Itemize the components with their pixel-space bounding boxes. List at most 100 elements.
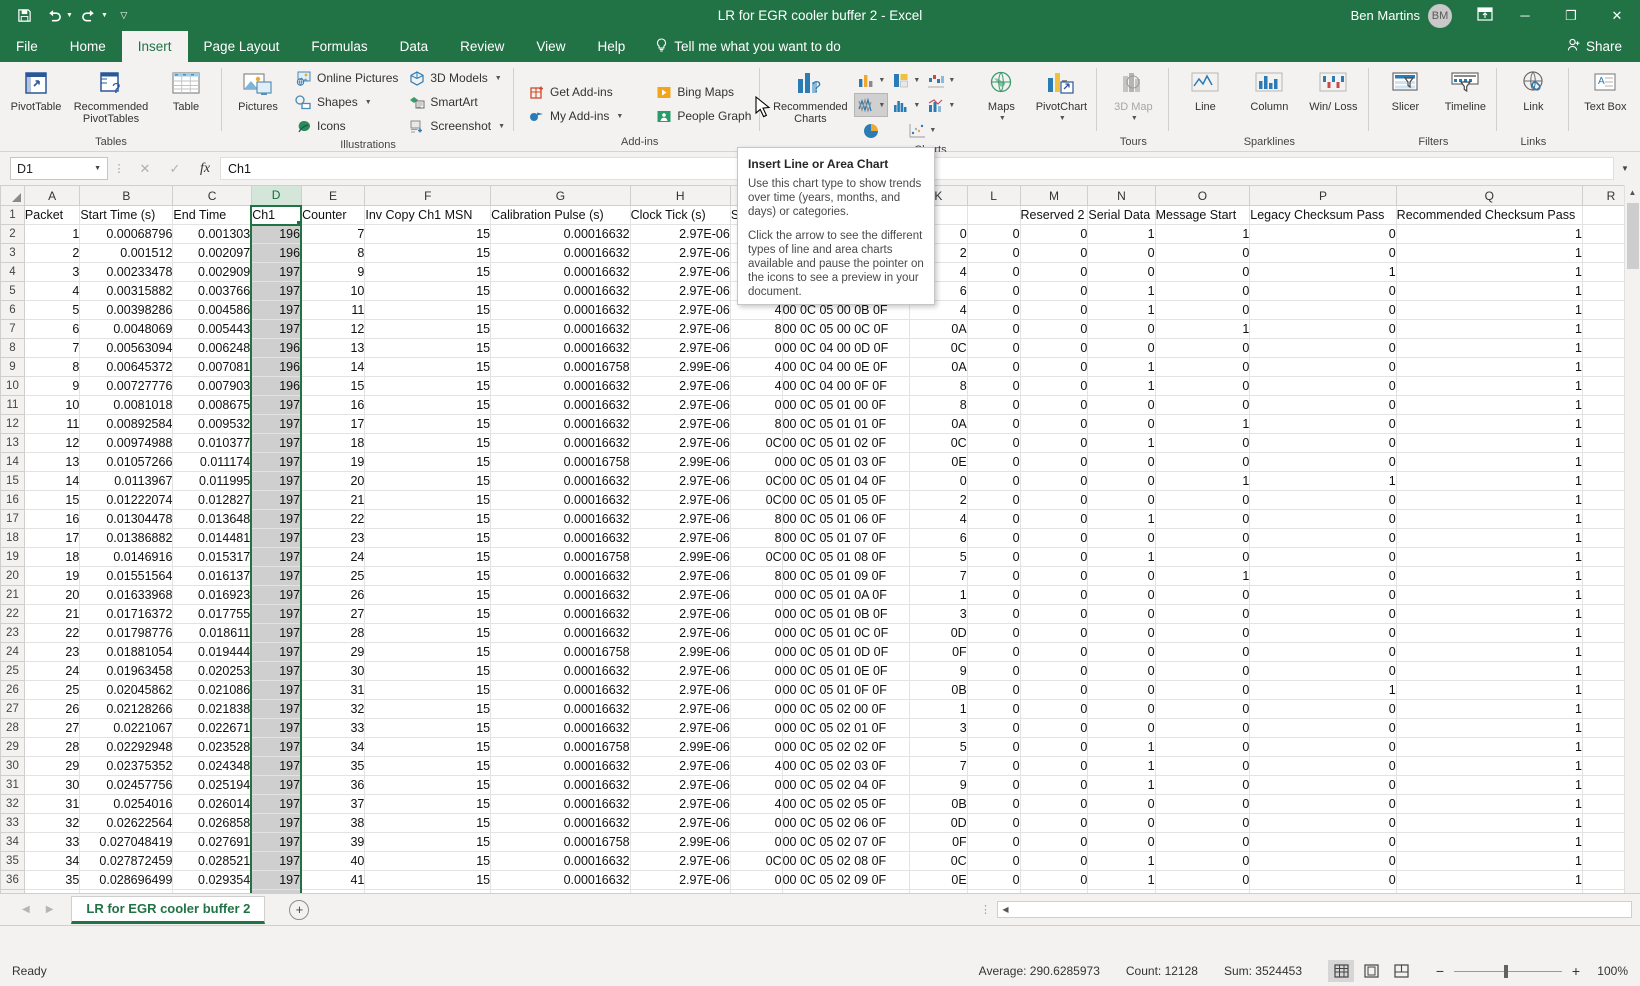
cell-G18[interactable]: 0.00016632 [490,528,631,548]
column-header-d[interactable]: D [250,185,302,207]
cell-L4[interactable]: 0 [967,262,1021,282]
row-header-32[interactable]: 32 [0,794,25,814]
row-header-21[interactable]: 21 [0,585,25,605]
cell-E26[interactable]: 31 [301,680,366,700]
cell-J35[interactable]: 00 0C 05 02 08 0F [782,851,911,871]
row-header-16[interactable]: 16 [0,490,25,510]
cell-A5[interactable]: 4 [24,281,81,301]
cell-B19[interactable]: 0.0146916 [79,547,174,567]
cell-A12[interactable]: 11 [24,414,81,434]
cell-E10[interactable]: 15 [301,376,366,396]
cell-I32[interactable]: 4 [730,794,783,814]
cell-N14[interactable]: 0 [1087,452,1156,472]
cell-F17[interactable]: 15 [364,509,492,529]
cell-L12[interactable]: 0 [967,414,1021,434]
cell-J31[interactable]: 00 0C 05 02 04 0F [782,775,911,795]
cell-J15[interactable]: 00 0C 05 01 04 0F [782,471,911,491]
cell-C27[interactable]: 0.021838 [172,699,252,719]
cell-I30[interactable]: 4 [730,756,783,776]
cell-A34[interactable]: 33 [24,832,81,852]
cell-C15[interactable]: 0.011995 [172,471,252,491]
cell-D6[interactable]: 197 [250,300,303,320]
cell-I19[interactable]: 0C [730,547,783,567]
cell-D25[interactable]: 197 [250,661,303,681]
cell-Q12[interactable]: 1 [1396,414,1583,434]
cell-K25[interactable]: 9 [909,661,968,681]
row-header-36[interactable]: 36 [0,870,25,890]
row-header-8[interactable]: 8 [0,338,25,358]
cell-B24[interactable]: 0.01881054 [79,642,174,662]
cell-L17[interactable]: 0 [967,509,1021,529]
cell-O32[interactable]: 0 [1155,794,1251,814]
cell-M17[interactable]: 0 [1020,509,1089,529]
cell-H32[interactable]: 2.97E-06 [630,794,731,814]
cell-Q26[interactable]: 1 [1396,680,1583,700]
cell-J17[interactable]: 00 0C 05 01 06 0F [782,509,911,529]
cell-P16[interactable]: 0 [1249,490,1397,510]
cell-B34[interactable]: 0.027048419 [79,832,174,852]
cell-B14[interactable]: 0.01057266 [79,452,174,472]
row-header-11[interactable]: 11 [0,395,25,415]
cell-O4[interactable]: 0 [1155,262,1251,282]
link-button[interactable]: Link [1502,65,1564,113]
cell-N20[interactable]: 0 [1087,566,1156,586]
row-header-17[interactable]: 17 [0,509,25,529]
cell-D4[interactable]: 197 [250,262,303,282]
cell-H14[interactable]: 2.99E-06 [630,452,731,472]
cell-H30[interactable]: 2.97E-06 [630,756,731,776]
row-header-5[interactable]: 5 [0,281,25,301]
cell-G14[interactable]: 0.00016758 [490,452,631,472]
cell-C31[interactable]: 0.025194 [172,775,252,795]
cell-N15[interactable]: 0 [1087,471,1156,491]
cell-O2[interactable]: 1 [1155,224,1251,244]
cell-Q31[interactable]: 1 [1396,775,1583,795]
cell-J33[interactable]: 00 0C 05 02 06 0F [782,813,911,833]
cell-G4[interactable]: 0.00016632 [490,262,631,282]
cell-N30[interactable]: 1 [1087,756,1156,776]
cell-I7[interactable]: 8 [730,319,783,339]
cell-D8[interactable]: 196 [250,338,303,358]
zoom-out-button[interactable]: − [1434,963,1446,979]
insert-hierarchy-chart-button[interactable]: ▼ [889,68,923,92]
cell-M18[interactable]: 0 [1020,528,1089,548]
cell-A4[interactable]: 3 [24,262,81,282]
cell-F16[interactable]: 15 [364,490,492,510]
cell-L1[interactable] [967,205,1021,225]
cell-I8[interactable]: 0 [730,338,783,358]
cell-F24[interactable]: 15 [364,642,492,662]
cell-M25[interactable]: 0 [1020,661,1089,681]
cell-A10[interactable]: 9 [24,376,81,396]
row-header-18[interactable]: 18 [0,528,25,548]
cell-D12[interactable]: 197 [250,414,303,434]
cell-M11[interactable]: 0 [1020,395,1089,415]
cell-Q10[interactable]: 1 [1396,376,1583,396]
cell-F1[interactable]: Inv Copy Ch1 MSN [364,205,492,225]
cell-B13[interactable]: 0.00974988 [79,433,174,453]
cell-K30[interactable]: 7 [909,756,968,776]
maps-button[interactable]: Maps ▼ [974,65,1028,125]
cell-L35[interactable]: 0 [967,851,1021,871]
cell-G2[interactable]: 0.00016632 [490,224,631,244]
cell-K16[interactable]: 2 [909,490,968,510]
cell-K18[interactable]: 6 [909,528,968,548]
cell-F26[interactable]: 15 [364,680,492,700]
cell-P30[interactable]: 0 [1249,756,1397,776]
cell-J7[interactable]: 00 0C 05 00 0C 0F [782,319,911,339]
cell-H18[interactable]: 2.97E-06 [630,528,731,548]
cell-Q17[interactable]: 1 [1396,509,1583,529]
cell-L7[interactable]: 0 [967,319,1021,339]
cell-G12[interactable]: 0.00016632 [490,414,631,434]
cell-N19[interactable]: 1 [1087,547,1156,567]
cell-K35[interactable]: 0C [909,851,968,871]
cell-H15[interactable]: 2.97E-06 [630,471,731,491]
zoom-in-button[interactable]: + [1570,963,1582,979]
row-header-12[interactable]: 12 [0,414,25,434]
cell-G6[interactable]: 0.00016632 [490,300,631,320]
cell-Q5[interactable]: 1 [1396,281,1583,301]
column-header-f[interactable]: F [364,185,492,206]
recommended-pivottables-button[interactable]: ? Recommended PivotTables [69,65,153,125]
cell-N21[interactable]: 0 [1087,585,1156,605]
cell-F30[interactable]: 15 [364,756,492,776]
tab-insert[interactable]: Insert [121,31,188,62]
cell-E17[interactable]: 22 [301,509,366,529]
